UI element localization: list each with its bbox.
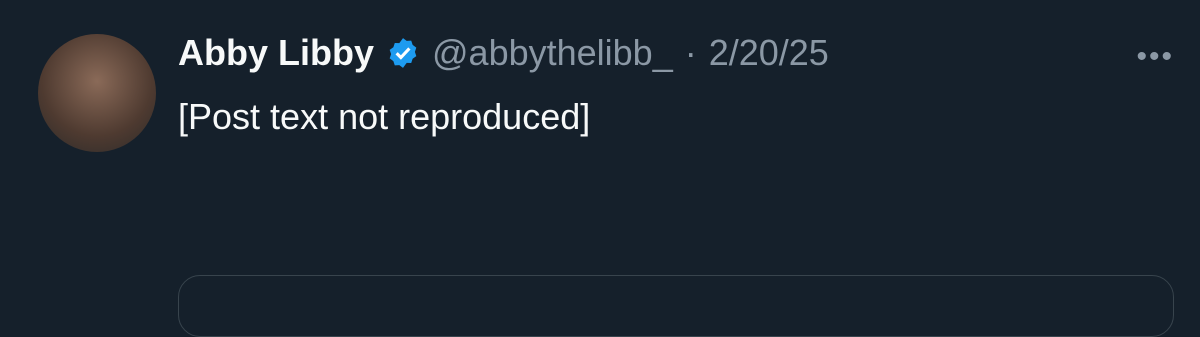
tweet[interactable]: Abby Libby @abbythelibb_ · 2/20/25 ••• […: [0, 0, 1200, 337]
avatar[interactable]: [38, 34, 156, 152]
tweet-header: Abby Libby @abbythelibb_ · 2/20/25: [178, 30, 829, 76]
tweet-text: [Post text not reproduced]: [178, 96, 591, 137]
verified-badge-icon: [389, 38, 417, 68]
tweet-date[interactable]: 2/20/25: [709, 30, 829, 76]
more-options-icon[interactable]: •••: [1136, 40, 1174, 74]
author-name[interactable]: Abby Libby: [178, 30, 374, 76]
quoted-card[interactable]: [178, 275, 1174, 337]
author-handle[interactable]: @abbythelibb_: [432, 30, 673, 76]
separator-dot: ·: [684, 32, 697, 73]
